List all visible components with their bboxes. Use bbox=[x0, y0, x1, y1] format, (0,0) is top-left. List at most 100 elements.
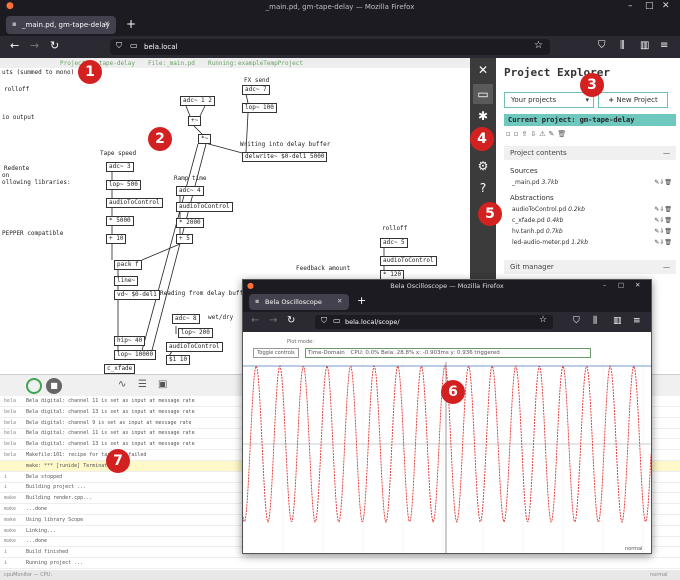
pd-object[interactable]: adc~ 1 2 bbox=[180, 96, 215, 106]
abstraction-file-item[interactable]: c_xfade.pd 0.4kb ✎⇩🗑 bbox=[512, 217, 672, 224]
menu-icon[interactable]: ≡ bbox=[660, 40, 668, 51]
gear-icon[interactable]: ⚙ bbox=[473, 156, 493, 176]
help-icon[interactable]: ? bbox=[473, 178, 493, 198]
reload-icon[interactable]: ↻ bbox=[50, 39, 59, 52]
tab-scope[interactable]: ▪ Bela Oscilloscope ✕ bbox=[249, 294, 349, 310]
abstraction-file-item[interactable]: hv.tanh.pd 0.7kb ✎⇩🗑 bbox=[512, 228, 672, 235]
pd-object[interactable]: vd~ $0-del1 bbox=[114, 290, 160, 300]
abstraction-file-item[interactable]: audioToControl.pd 0.2kb ✎⇩🗑 bbox=[512, 206, 672, 213]
oscilloscope-icon[interactable]: ∿ bbox=[118, 379, 126, 390]
download-icon[interactable]: ⇩ bbox=[530, 130, 539, 138]
url-bar[interactable]: ⛉ ▭ bela.local ☆ bbox=[110, 39, 550, 55]
library-icon[interactable]: ⫼ bbox=[620, 40, 625, 51]
pd-object[interactable]: adc~ 7 bbox=[242, 85, 270, 95]
folder-icon[interactable]: ▭ bbox=[473, 84, 493, 104]
console-row-source: bela bbox=[4, 430, 17, 437]
pd-object[interactable]: * 2000 bbox=[176, 218, 204, 228]
pd-object[interactable]: adc~ 4 bbox=[176, 186, 204, 196]
close-window-icon[interactable]: ✕ bbox=[662, 1, 670, 11]
tab-close-icon[interactable]: ✕ bbox=[337, 297, 342, 305]
pd-object[interactable]: *~ bbox=[198, 134, 212, 144]
new-tab-button[interactable]: + bbox=[357, 294, 366, 307]
pd-object[interactable]: * 5000 bbox=[106, 216, 134, 226]
new-project-button[interactable]: + New Project bbox=[598, 92, 668, 108]
pd-object[interactable]: audioToControl bbox=[176, 202, 233, 212]
minimize-icon[interactable]: – bbox=[603, 281, 606, 289]
new-file-icon[interactable]: ▫ bbox=[506, 130, 514, 138]
git-manager-header[interactable]: Git manager — bbox=[504, 260, 676, 274]
bug-icon[interactable]: ✱ bbox=[473, 106, 493, 126]
minimize-icon[interactable]: – bbox=[628, 1, 633, 11]
marker-6: 6 bbox=[441, 380, 465, 404]
back-icon[interactable]: ← bbox=[10, 39, 19, 52]
tab-close-icon[interactable]: ✕ bbox=[104, 20, 110, 28]
terminal-icon[interactable]: ▣ bbox=[158, 379, 167, 390]
maximize-icon[interactable]: □ bbox=[618, 281, 624, 289]
abstraction-file-item[interactable]: led-audio-meter.pd 1.2kb ✎⇩🗑 bbox=[512, 239, 672, 246]
pd-object[interactable]: audioToControl bbox=[380, 256, 437, 266]
controls-icon[interactable]: ☰ bbox=[138, 379, 147, 390]
reload-icon[interactable]: ↻ bbox=[287, 315, 295, 326]
pd-object[interactable]: lop~ 200 bbox=[178, 328, 213, 338]
pd-object[interactable]: c_xfade bbox=[104, 364, 136, 374]
marker-5: 5 bbox=[478, 202, 502, 226]
warning-icon[interactable]: ⚠ bbox=[539, 130, 548, 138]
forward-icon[interactable]: → bbox=[269, 315, 277, 326]
sidebar-icon[interactable]: ▥ bbox=[613, 316, 622, 326]
pd-object[interactable]: adc~ 5 bbox=[380, 238, 408, 248]
source-file-item[interactable]: _main.pd 3.7kb ✎⇩🗑 bbox=[512, 179, 672, 186]
pocket-icon[interactable]: ⛉ bbox=[598, 40, 606, 51]
pd-object[interactable]: lop~ 500 bbox=[106, 180, 141, 190]
scope-url-bar[interactable]: ⛉ ▭ bela.local/scope/ ☆ bbox=[315, 315, 553, 329]
status-bar: cpuMonitor — CPU: normal bbox=[0, 570, 680, 580]
back-icon[interactable]: ← bbox=[251, 315, 259, 326]
pd-object[interactable]: line~ bbox=[114, 276, 139, 286]
scope-window: ● Bela Oscilloscope — Mozilla Firefox – … bbox=[242, 279, 652, 554]
close-icon[interactable]: ✕ bbox=[473, 60, 493, 80]
pd-object[interactable]: delwrite~ $0-del1 5000 bbox=[242, 152, 328, 162]
label-tape-speed: Tape speed bbox=[100, 150, 137, 157]
pd-object[interactable]: +~ bbox=[188, 116, 202, 126]
marker-7: 7 bbox=[106, 449, 130, 473]
bookmark-star-icon[interactable]: ☆ bbox=[534, 40, 543, 51]
library-icon[interactable]: ⫼ bbox=[593, 316, 597, 326]
project-actions-toolbar[interactable]: ▫▫⇪⇩⚠✎🗑 bbox=[506, 130, 569, 138]
pd-object[interactable]: + 10 bbox=[106, 234, 127, 244]
pd-object[interactable]: pack f bbox=[114, 260, 142, 270]
pocket-icon[interactable]: ⛉ bbox=[573, 316, 580, 326]
pd-object[interactable]: $1 10 bbox=[166, 355, 191, 365]
duplicate-icon[interactable]: ▫ bbox=[514, 130, 522, 138]
collapse-icon[interactable]: — bbox=[663, 260, 670, 274]
pd-object[interactable]: lop~ 10000 bbox=[114, 350, 157, 360]
file-actions-icon[interactable]: ✎⇩🗑 bbox=[654, 217, 672, 224]
pd-object[interactable]: audioToControl bbox=[106, 198, 163, 208]
close-window-icon[interactable]: ✕ bbox=[635, 281, 640, 289]
sidebar-icon[interactable]: ▥ bbox=[640, 40, 649, 51]
project-contents-header[interactable]: Project contents — bbox=[504, 146, 676, 160]
trash-icon[interactable]: 🗑 bbox=[557, 130, 569, 138]
forward-icon[interactable]: → bbox=[30, 39, 39, 52]
pd-object[interactable]: lop~ 100 bbox=[242, 103, 277, 113]
tab-main-pd[interactable]: ▪ _main.pd, gm-tape-delay ✕ bbox=[6, 16, 116, 34]
stop-button[interactable]: ■ bbox=[46, 378, 62, 394]
scope-plot-area[interactable]: Plot mode: Toggle controls Time-Domain C… bbox=[243, 332, 651, 553]
menu-icon[interactable]: ≡ bbox=[633, 316, 641, 326]
file-actions-icon[interactable]: ✎⇩🗑 bbox=[654, 206, 672, 213]
pd-object[interactable]: + 5 bbox=[176, 234, 193, 244]
console-row-source: bela bbox=[4, 408, 17, 415]
file-actions-icon[interactable]: ✎⇩🗑 bbox=[654, 228, 672, 235]
maximize-icon[interactable]: □ bbox=[645, 1, 654, 11]
console-row-message: Bela digital: channel 11 is set as input… bbox=[26, 398, 195, 404]
pd-object[interactable]: audioToControl bbox=[166, 342, 223, 352]
new-tab-button[interactable]: + bbox=[126, 17, 136, 31]
projects-dropdown[interactable]: Your projects ▾ bbox=[504, 92, 594, 108]
file-actions-icon[interactable]: ✎⇩🗑 bbox=[654, 239, 672, 246]
run-button[interactable] bbox=[26, 378, 42, 394]
pd-object[interactable]: adc~ 3 bbox=[106, 162, 134, 172]
pd-object[interactable]: hip~ 40 bbox=[114, 336, 146, 346]
bookmark-star-icon[interactable]: ☆ bbox=[539, 315, 547, 325]
file-actions-icon[interactable]: ✎⇩🗑 bbox=[654, 179, 672, 186]
pd-object[interactable]: adc~ 8 bbox=[172, 314, 200, 324]
collapse-icon[interactable]: — bbox=[663, 146, 670, 160]
scope-window-title: Bela Oscilloscope — Mozilla Firefox bbox=[390, 282, 504, 290]
